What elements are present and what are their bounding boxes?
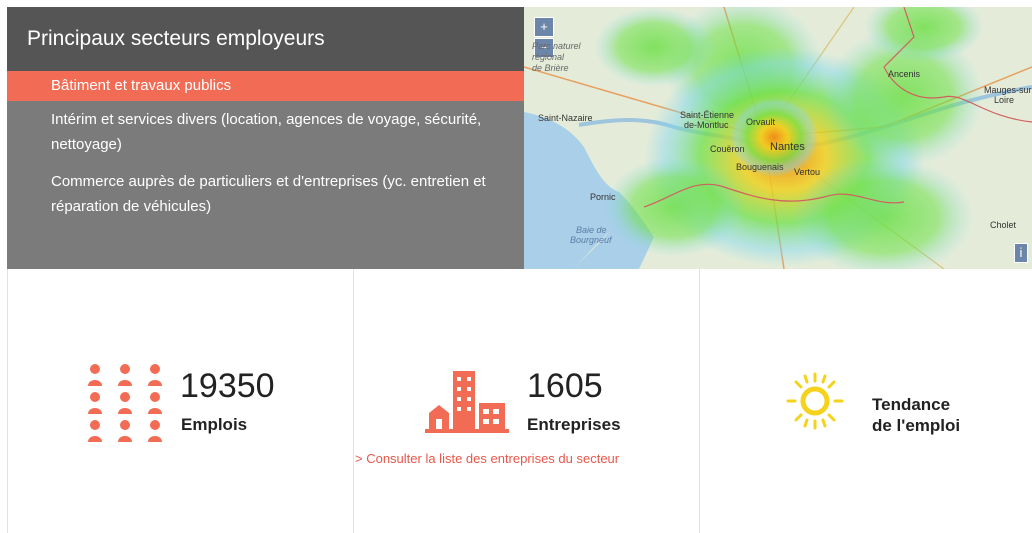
map-label-parc: Parc naturel	[532, 41, 581, 51]
buildings-icon	[425, 371, 509, 433]
sector-item-commerce[interactable]: Commerce auprès de particuliers et d'ent…	[7, 163, 524, 225]
map-label-ancenis: Ancenis	[888, 69, 921, 79]
heatmap-map[interactable]: + − i Parc naturel régional de Brière Sa…	[524, 7, 1032, 269]
map-label-mauges: Mauges-sur-	[984, 85, 1032, 95]
zoom-in-button[interactable]: +	[534, 17, 554, 37]
sectors-panel: Principaux secteurs employeurs Bâtiment …	[7, 7, 524, 269]
trend-label-line1: Tendance	[872, 395, 951, 414]
trend-label-line2: de l'emploi	[872, 416, 961, 435]
map-label-saint-etienne: Saint-Étienne	[680, 110, 735, 120]
map-label-baie: Baie de	[576, 225, 607, 235]
jobs-card: 19350 Emplois	[7, 269, 354, 533]
companies-list-link[interactable]: > Consulter la liste des entreprises du …	[355, 451, 619, 466]
stats-section: 19350 Emplois 1605 Entreprises > Consult…	[7, 269, 1032, 533]
sun-icon	[786, 372, 844, 430]
map-label-baie-2: Bourgneuf	[570, 235, 612, 245]
map-label-pornic: Pornic	[590, 192, 616, 202]
map-label-saint-nazaire: Saint-Nazaire	[538, 113, 593, 123]
trend-card: Tendance de l'emploi	[700, 269, 1032, 533]
top-section: Principaux secteurs employeurs Bâtiment …	[7, 7, 1032, 269]
sectors-title: Principaux secteurs employeurs	[7, 7, 524, 71]
map-label-saint-etienne-2: de-Montluc	[684, 120, 729, 130]
companies-count: 1605	[527, 367, 603, 405]
companies-label: Entreprises	[527, 415, 621, 434]
map-label-orvault: Orvault	[746, 117, 776, 127]
map-label-bouguenais: Bouguenais	[736, 162, 784, 172]
map-label-vertou: Vertou	[794, 167, 821, 177]
info-button[interactable]: i	[1014, 243, 1028, 263]
companies-card: 1605 Entreprises > Consulter la liste de…	[353, 269, 700, 533]
people-grid-icon	[88, 364, 162, 442]
sector-item-interim[interactable]: Intérim et services divers (location, ag…	[7, 101, 524, 163]
map-label-cholet: Cholet	[990, 220, 1017, 230]
jobs-count: 19350	[180, 367, 275, 405]
map-label-parc-2: régional	[532, 52, 565, 62]
map-label-parc-3: de Brière	[532, 63, 569, 73]
map-label-nantes: Nantes	[770, 141, 805, 153]
sector-item-batiment[interactable]: Bâtiment et travaux publics	[7, 71, 524, 101]
jobs-label: Emplois	[181, 415, 248, 434]
map-label-mauges-2: Loire	[994, 95, 1015, 105]
map-label-coueron: Couëron	[710, 144, 745, 154]
